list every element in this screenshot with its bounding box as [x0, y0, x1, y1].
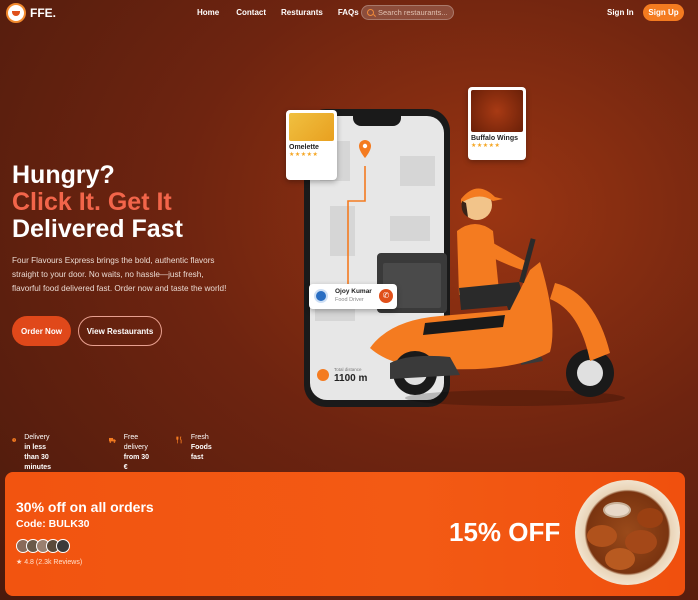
hero-title-line2: Click It. Get It — [12, 188, 172, 216]
logo-icon — [6, 3, 26, 23]
driver-card: Ojoy Kumar Food Driver ✆ — [309, 284, 397, 309]
buffalo-wings-image — [471, 90, 523, 132]
truck-icon — [109, 437, 116, 443]
feature-free-delivery-line2: from 30 € — [123, 454, 150, 471]
dish-name: Buffalo Wings — [471, 135, 518, 142]
feature-free-delivery: Free delivery from 30 € — [109, 433, 151, 473]
search-input[interactable] — [378, 8, 456, 17]
dish-stars: ★★★★★ — [289, 152, 319, 158]
feature-fresh-line2: Foods fast — [190, 444, 212, 461]
nav-link-resturants[interactable]: Resturants — [281, 8, 323, 17]
hero-title-line3: Delivered Fast — [12, 215, 183, 243]
promo-title: 30% off on all orders — [16, 499, 154, 515]
promo-banner: 30% off on all orders Code: BULK30 ★ 4.8… — [5, 472, 685, 596]
reviewer-avatars — [16, 539, 70, 553]
feature-delivery-line1: Delivery — [24, 434, 50, 441]
top-nav: FFE. Home Contact Resturants FAQs Sign I… — [0, 0, 698, 26]
nav-link-contact[interactable]: Contact — [236, 8, 266, 17]
avatar — [314, 289, 328, 303]
feature-delivery: Delivery in less than 30 minutes — [12, 433, 57, 473]
feature-fresh-line1: Fresh — [190, 434, 209, 441]
nav-link-faqs[interactable]: FAQs — [338, 8, 359, 17]
chicken-wings-plate-image — [575, 480, 680, 585]
location-icon — [317, 369, 329, 381]
avatar — [56, 539, 70, 553]
hero-title: Hungry? Click It. Get It Delivered Fast — [12, 162, 183, 243]
clock-icon — [12, 438, 17, 442]
distance-value: 1100 m — [334, 373, 368, 384]
order-now-button[interactable]: Order Now — [12, 316, 71, 346]
nav-link-home[interactable]: Home — [197, 8, 219, 17]
dish-name: Omelette — [289, 144, 319, 151]
hero-description: Four Flavours Express brings the bold, a… — [12, 256, 227, 293]
dish-card-buffalo-wings[interactable]: Buffalo Wings ★★★★★ — [468, 87, 526, 160]
driver-name: Ojoy Kumar — [335, 288, 372, 295]
driver-role: Food Driver — [335, 297, 364, 303]
delivery-rider-illustration — [370, 188, 625, 406]
distance-label: Total distance — [334, 367, 362, 372]
omelette-image — [289, 113, 334, 141]
sign-up-button[interactable]: Sign Up — [643, 4, 684, 21]
feature-fresh: Fresh Foods fast — [176, 433, 215, 463]
phone-call-icon[interactable]: ✆ — [379, 289, 393, 303]
feature-free-delivery-line1: Free delivery — [123, 434, 148, 451]
search-box[interactable] — [361, 5, 456, 20]
dish-stars: ★★★★★ — [471, 143, 501, 149]
view-restaurants-button[interactable]: View Restaurants — [78, 316, 162, 346]
dish-card-omelette[interactable]: Omelette ★★★★★ — [286, 110, 337, 180]
search-icon — [367, 9, 374, 16]
promo-code: Code: BULK30 — [16, 518, 90, 530]
phone-notch — [353, 116, 401, 126]
promo-discount: 15% OFF — [449, 517, 561, 547]
sign-in-link[interactable]: Sign In — [607, 8, 634, 17]
rating-text: ★ 4.8 (2.3k Reviews) — [16, 559, 83, 566]
brand-name: FFE. — [30, 6, 56, 20]
feature-delivery-line2: in less than 30 minutes — [24, 444, 52, 471]
nav-links: Home Contact Resturants FAQs — [197, 8, 359, 17]
logo[interactable]: FFE. — [6, 3, 56, 23]
utensils-icon — [176, 436, 182, 444]
hero-title-line1: Hungry? — [12, 161, 115, 189]
